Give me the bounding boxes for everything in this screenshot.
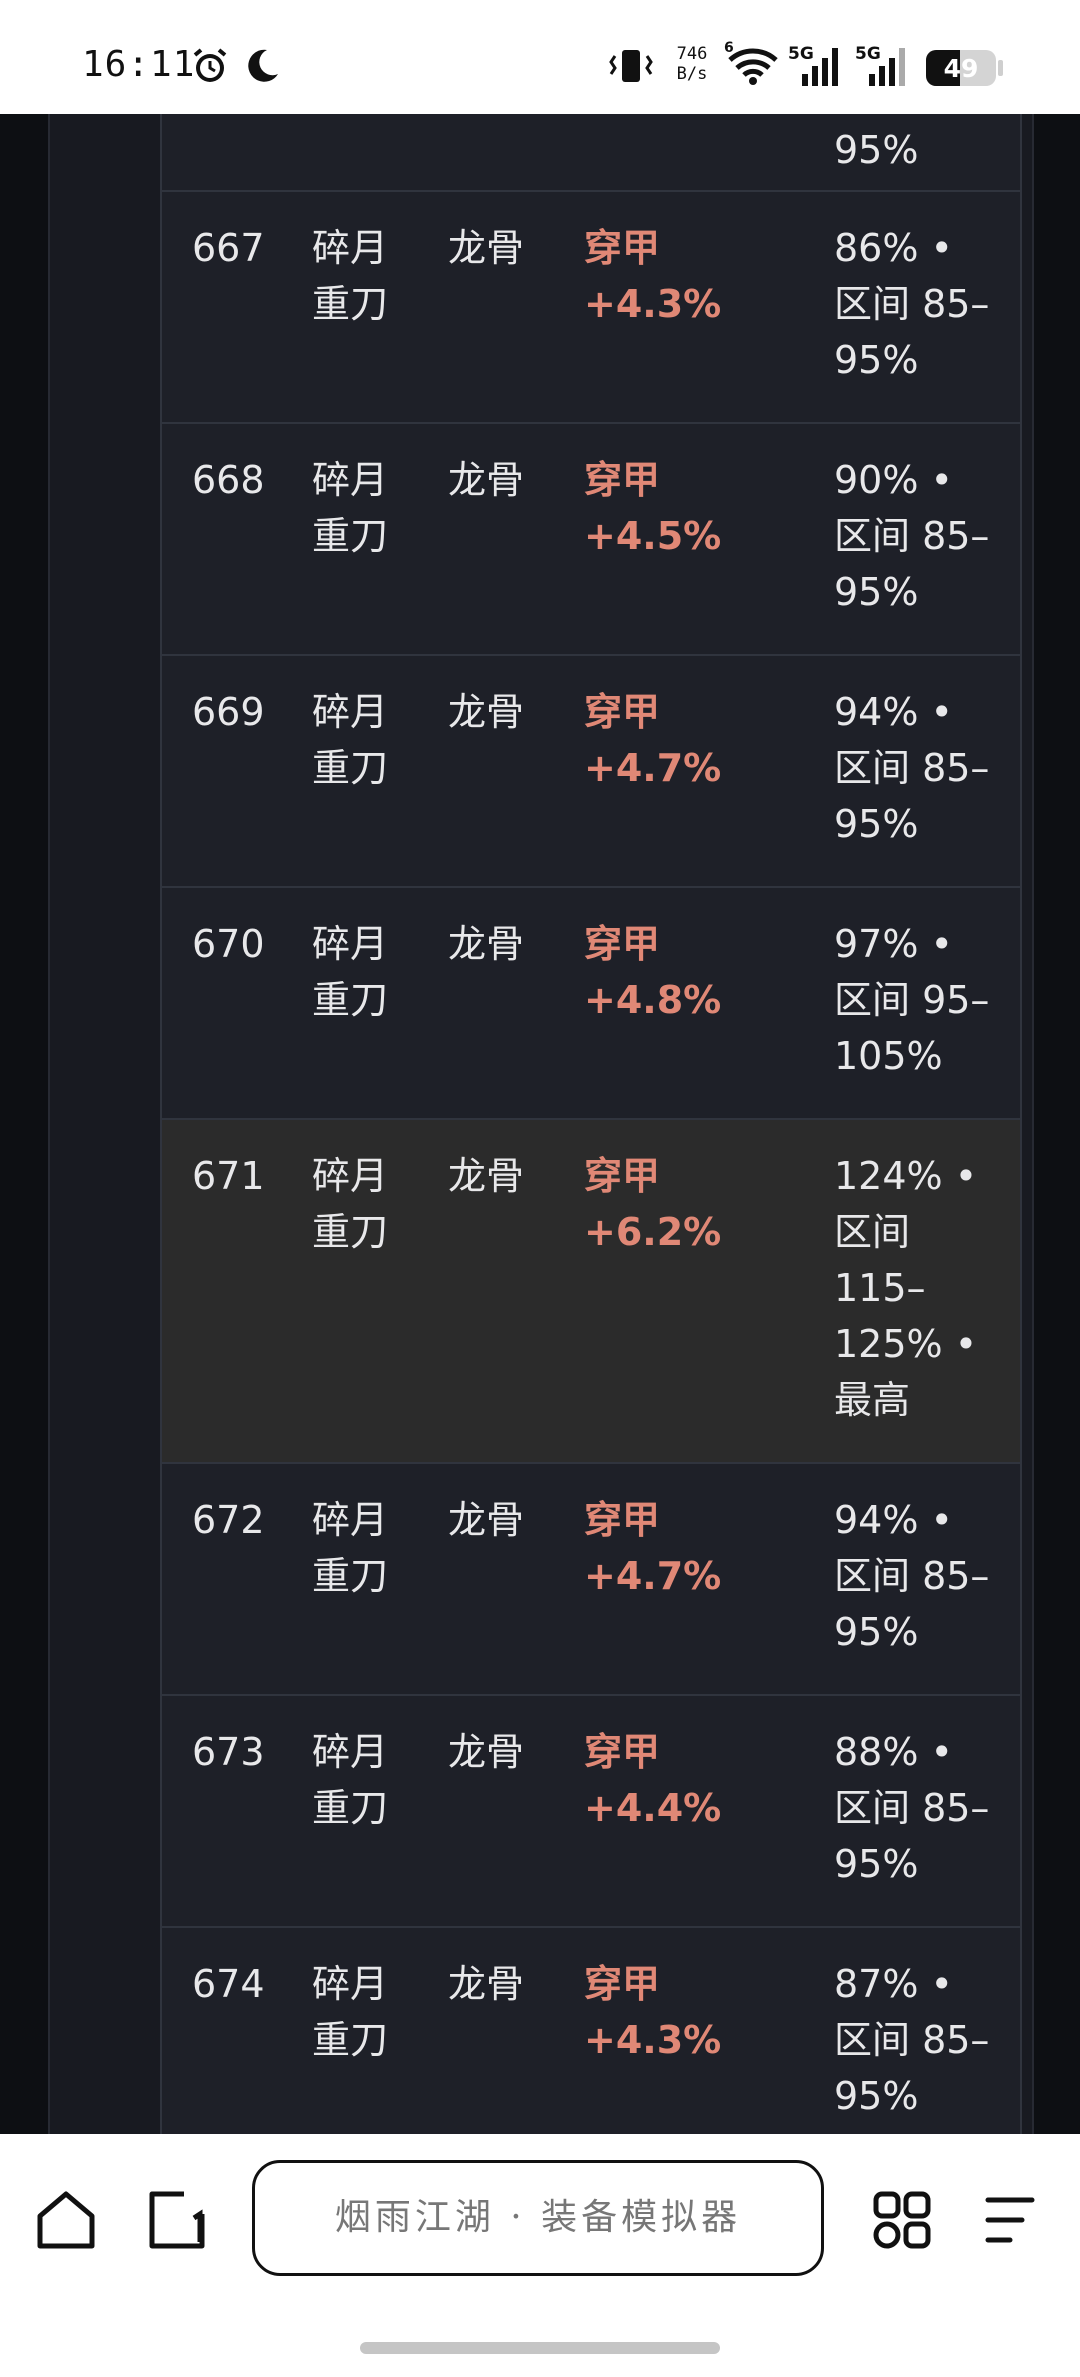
row-material: 龙骨	[448, 1498, 525, 1542]
network-speed-unit: B/s	[676, 64, 708, 84]
moon-icon	[248, 49, 278, 82]
row-material: 龙骨	[448, 690, 525, 734]
row-weapon-name: 碎月 重刀	[312, 1730, 389, 1830]
tabs-icon[interactable]	[144, 2188, 210, 2252]
row-weapon-name: 碎月 重刀	[312, 226, 389, 326]
row-material: 龙骨	[448, 1154, 525, 1198]
table-row[interactable]: 669 碎月 重刀 龙骨 穿甲 +4.7% 94% • 区间 85– 95%	[162, 656, 1020, 888]
table-row[interactable]: 674 碎月 重刀 龙骨 穿甲 +4.3% 87% • 区间 85– 95%	[162, 1928, 1020, 2134]
row-id: 673	[192, 1730, 265, 1774]
address-bar[interactable]: 烟雨江湖 · 装备模拟器	[252, 2160, 824, 2276]
row-percent: 90% • 区间 85– 95%	[834, 458, 990, 614]
signal-icon	[869, 48, 905, 86]
battery-tip	[998, 60, 1003, 76]
status-bar: 16:11 746 B/s 6 5G 5G 49	[0, 0, 1080, 114]
table-row[interactable]: 95%	[162, 114, 1020, 192]
row-attribute: 穿甲 +4.8%	[584, 922, 722, 1022]
row-attribute: 穿甲 +4.3%	[584, 1962, 722, 2062]
row-material: 龙骨	[448, 458, 525, 502]
status-time: 16:11	[82, 44, 196, 85]
row-id: 670	[192, 922, 265, 966]
row-percent: 97% • 区间 95– 105%	[834, 922, 990, 1078]
browser-bottom-bar: 烟雨江湖 · 装备模拟器	[0, 2134, 1080, 2377]
row-id: 671	[192, 1154, 265, 1198]
row-percent: 95%	[834, 128, 919, 172]
row-id: 674	[192, 1962, 265, 2006]
row-weapon-name: 碎月 重刀	[312, 1498, 389, 1598]
row-material: 龙骨	[448, 922, 525, 966]
menu-icon[interactable]	[982, 2192, 1038, 2248]
apps-icon[interactable]	[870, 2188, 934, 2252]
row-attribute: 穿甲 +4.5%	[584, 458, 722, 558]
home-icon[interactable]	[34, 2188, 98, 2252]
content-card: 95% 667 碎月 重刀 龙骨 穿甲 +4.3% 86% • 区间 85– 95% 668…	[48, 114, 1034, 2134]
row-percent: 86% • 区间 85– 95%	[834, 226, 990, 382]
row-id: 667	[192, 226, 265, 270]
row-attribute: 穿甲 +4.3%	[584, 226, 722, 326]
row-material: 龙骨	[448, 1730, 525, 1774]
battery-icon: 49	[926, 50, 996, 86]
row-attribute: 穿甲 +4.4%	[584, 1730, 722, 1830]
row-material: 龙骨	[448, 226, 525, 270]
wifi-icon	[728, 48, 778, 85]
table-row[interactable]: 673 碎月 重刀 龙骨 穿甲 +4.4% 88% • 区间 85– 95%	[162, 1696, 1020, 1928]
row-percent: 94% • 区间 85– 95%	[834, 690, 990, 846]
row-weapon-name: 碎月 重刀	[312, 1962, 389, 2062]
row-percent: 88% • 区间 85– 95%	[834, 1730, 990, 1886]
row-id: 669	[192, 690, 265, 734]
row-percent: 124% • 区间 115– 125% • 最高	[834, 1154, 978, 1422]
row-weapon-name: 碎月 重刀	[312, 922, 389, 1022]
home-indicator[interactable]	[360, 2342, 720, 2354]
row-weapon-name: 碎月 重刀	[312, 690, 389, 790]
row-attribute: 穿甲 +4.7%	[584, 1498, 722, 1598]
table-row[interactable]: 670 碎月 重刀 龙骨 穿甲 +4.8% 97% • 区间 95– 105%	[162, 888, 1020, 1120]
row-weapon-name: 碎月 重刀	[312, 458, 389, 558]
table-row[interactable]: 667 碎月 重刀 龙骨 穿甲 +4.3% 86% • 区间 85– 95%	[162, 192, 1020, 424]
row-percent: 87% • 区间 85– 95%	[834, 1962, 990, 2118]
table-row[interactable]: 672 碎月 重刀 龙骨 穿甲 +4.7% 94% • 区间 85– 95%	[162, 1464, 1020, 1696]
table-row[interactable]: 668 碎月 重刀 龙骨 穿甲 +4.5% 90% • 区间 85– 95%	[162, 424, 1020, 656]
table-row[interactable]: 671 碎月 重刀 龙骨 穿甲 +6.2% 124% • 区间 115– 125% • …	[162, 1120, 1020, 1464]
battery-level: 49	[943, 54, 979, 83]
network-speed: 746 B/s	[668, 44, 716, 84]
row-attribute: 穿甲 +4.7%	[584, 690, 722, 790]
network-speed-value: 746	[676, 44, 708, 64]
row-id: 672	[192, 1498, 265, 1542]
signal-icon	[802, 48, 838, 86]
page-content[interactable]: 95% 667 碎月 重刀 龙骨 穿甲 +4.3% 86% • 区间 85– 95% 668…	[0, 114, 1080, 2134]
wifi-badge: 6	[724, 40, 734, 56]
row-percent: 94% • 区间 85– 95%	[834, 1498, 990, 1654]
row-id: 668	[192, 458, 265, 502]
vibrate-icon	[609, 50, 653, 82]
row-material: 龙骨	[448, 1962, 525, 2006]
row-attribute: 穿甲 +6.2%	[584, 1154, 722, 1254]
row-weapon-name: 碎月 重刀	[312, 1154, 389, 1254]
results-table[interactable]: 95% 667 碎月 重刀 龙骨 穿甲 +4.3% 86% • 区间 85– 95% 668…	[160, 114, 1022, 2134]
alarm-icon	[193, 48, 227, 82]
